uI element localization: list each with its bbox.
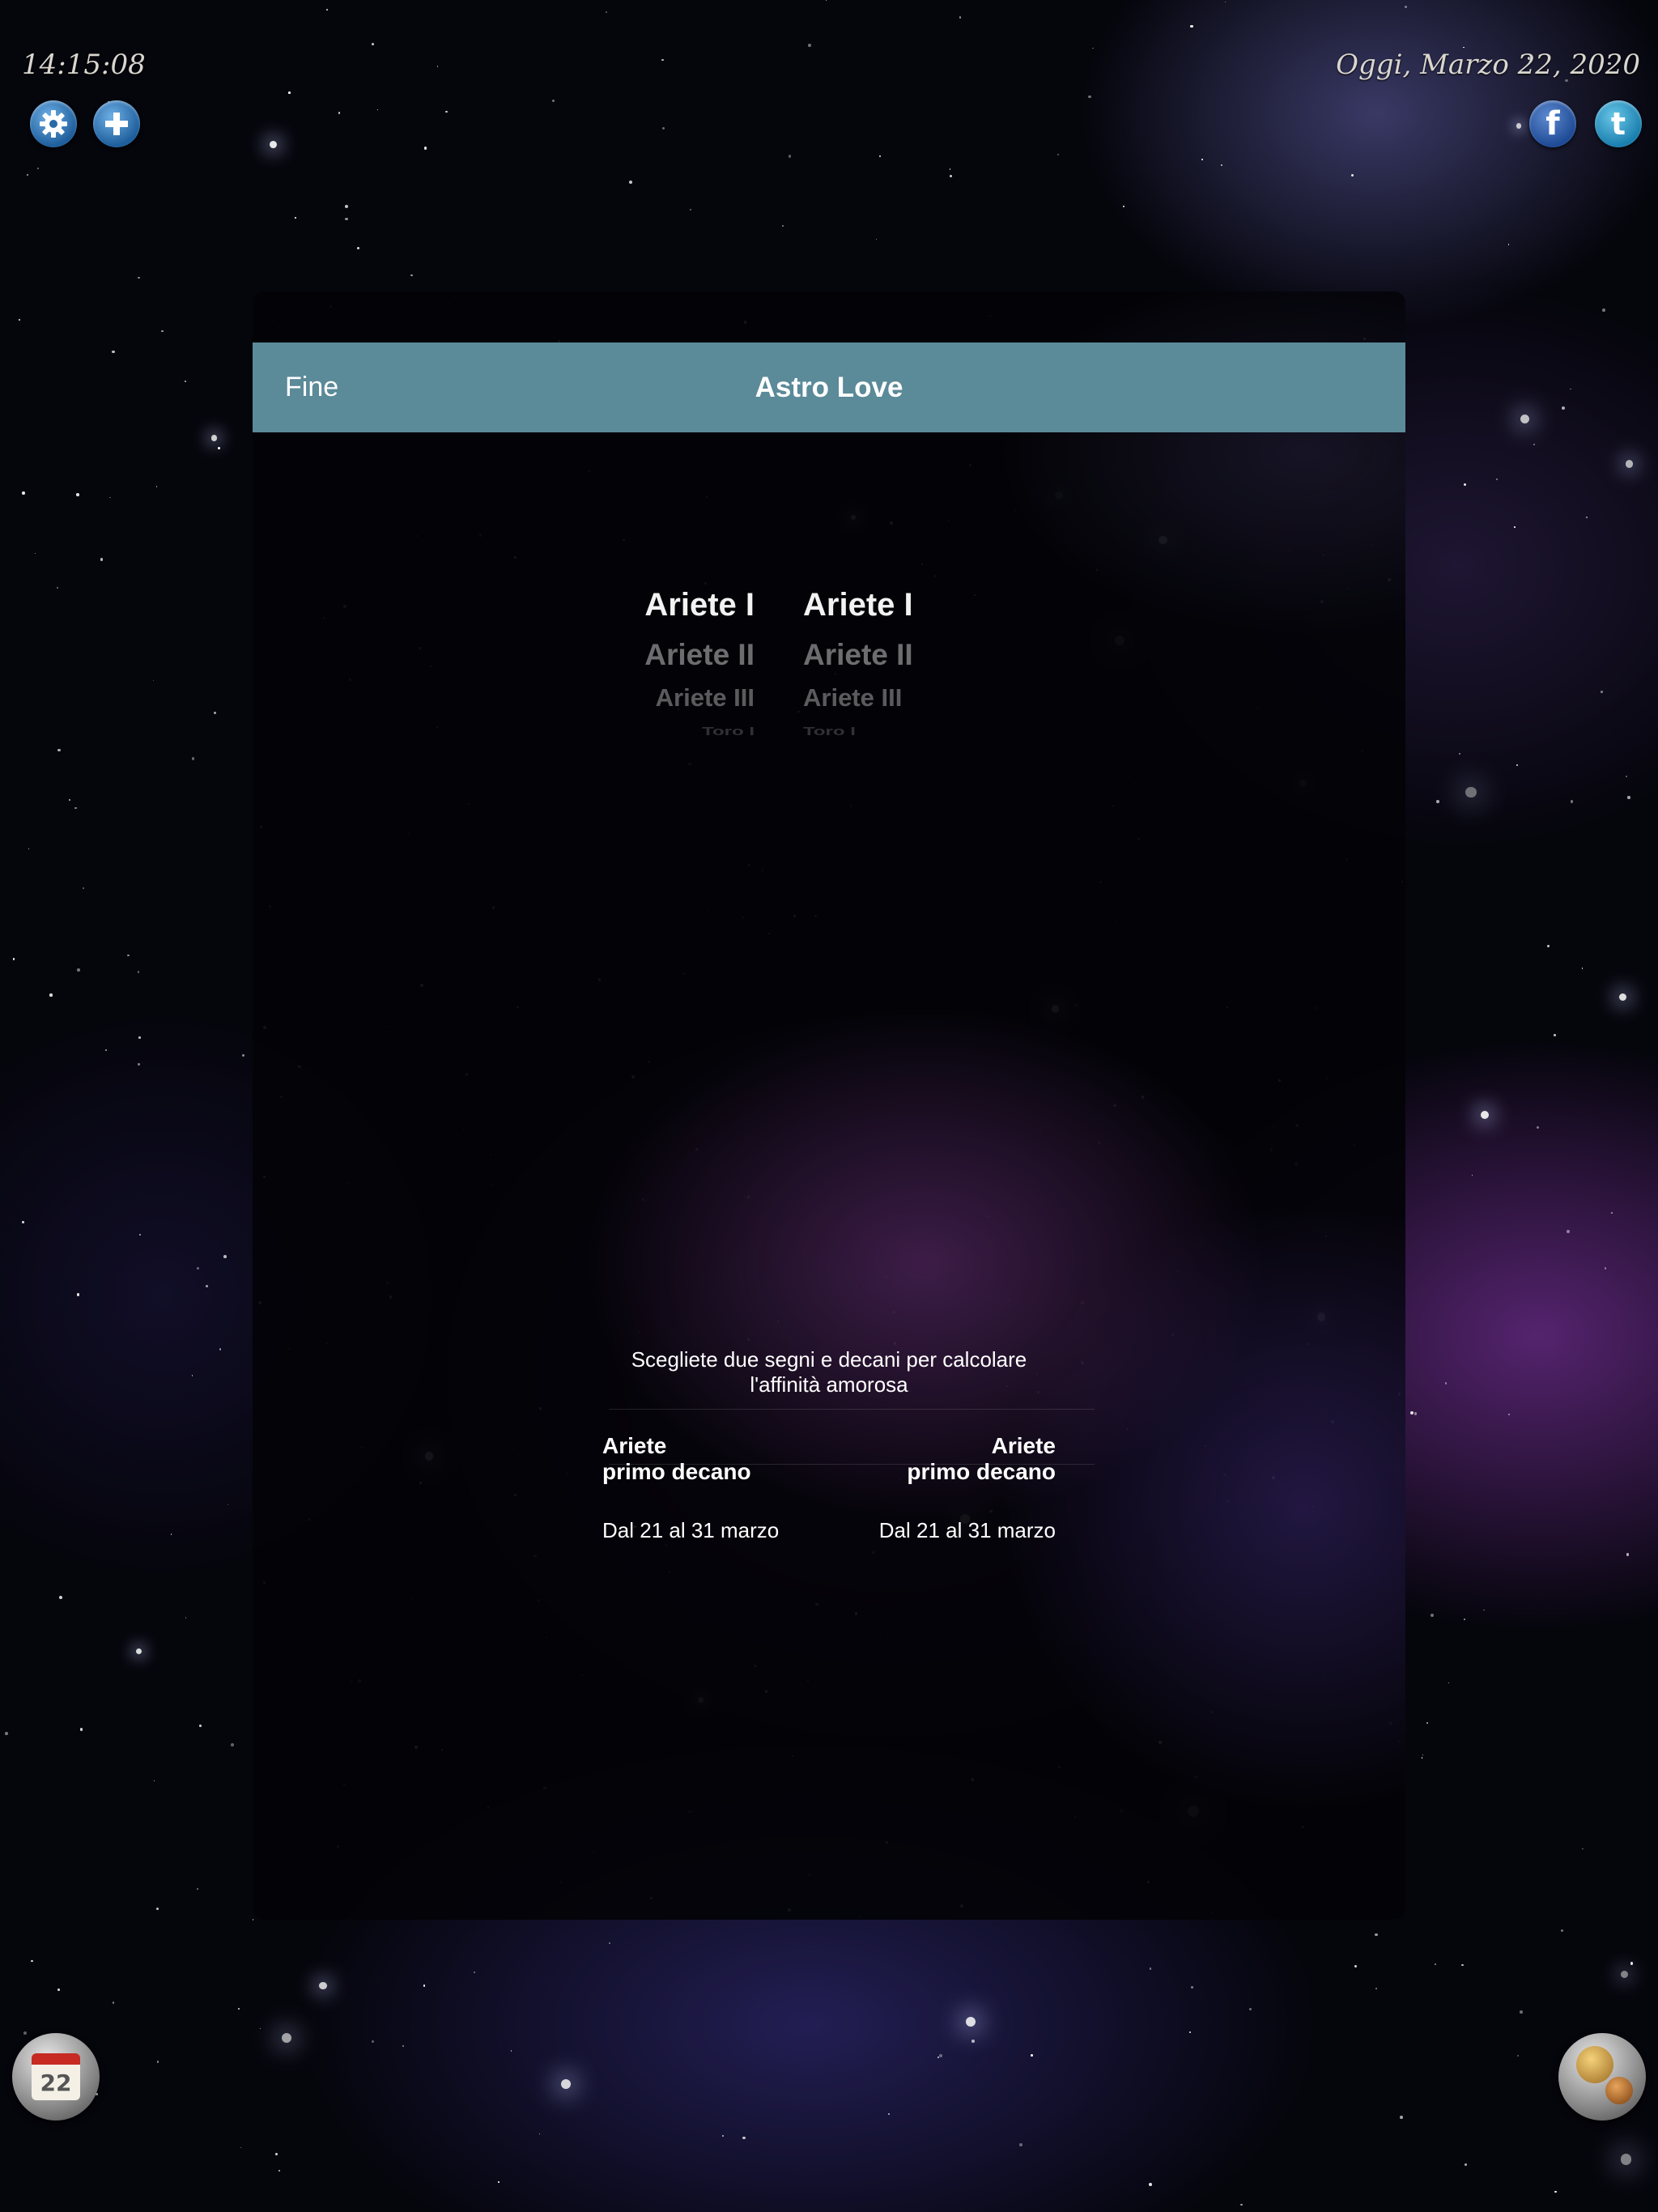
picker-option[interactable]: Ariete I bbox=[644, 587, 755, 623]
twitter-button[interactable]: t bbox=[1595, 100, 1642, 147]
planets-button[interactable] bbox=[1558, 2033, 1646, 2121]
picker-option[interactable]: Ariete I bbox=[803, 587, 913, 623]
result-right-decan: primo decano bbox=[907, 1459, 1056, 1484]
current-date: Oggi, Marzo 22, 2020 bbox=[1336, 49, 1640, 81]
plus-icon bbox=[105, 113, 128, 135]
picker-option[interactable]: Toro I bbox=[702, 725, 755, 739]
clock-time: 14:15:08 bbox=[22, 49, 146, 81]
add-button[interactable] bbox=[93, 100, 140, 147]
picker-option[interactable]: Toro I bbox=[803, 725, 856, 739]
calendar-button[interactable]: 22 bbox=[12, 2033, 100, 2121]
result-left: Ariete primo decano Dal 21 al 31 marzo bbox=[602, 1433, 779, 1543]
calendar-day: 22 bbox=[40, 2069, 72, 2096]
picker-option[interactable]: Ariete II bbox=[644, 638, 755, 672]
picker-selection-line-top bbox=[609, 1409, 1095, 1410]
settings-button[interactable] bbox=[30, 100, 77, 147]
sign-picker[interactable]: Ariete I Ariete II Ariete III Toro I Ari… bbox=[601, 291, 1054, 738]
result-right: Ariete primo decano Dal 21 al 31 marzo bbox=[879, 1433, 1056, 1543]
instructions-line-1: Scegliete due segni e decani per calcola… bbox=[631, 1347, 1027, 1372]
done-button[interactable]: Fine bbox=[285, 372, 338, 403]
picker-option[interactable]: Ariete III bbox=[803, 683, 902, 713]
instructions-text: Scegliete due segni e decani per calcola… bbox=[253, 1347, 1405, 1397]
result-left-dates: Dal 21 al 31 marzo bbox=[602, 1518, 780, 1542]
result-right-dates: Dal 21 al 31 marzo bbox=[878, 1518, 1056, 1542]
planets-icon bbox=[1558, 2033, 1646, 2121]
gear-icon bbox=[40, 110, 67, 138]
twitter-icon: t bbox=[1610, 106, 1626, 142]
result-left-sign: Ariete bbox=[602, 1433, 667, 1458]
facebook-icon: f bbox=[1545, 105, 1560, 143]
instructions-line-2: l'affinità amorosa bbox=[750, 1372, 908, 1397]
calendar-icon: 22 bbox=[32, 2053, 80, 2100]
result-right-sign: Ariete bbox=[991, 1433, 1056, 1458]
picker-option[interactable]: Ariete III bbox=[656, 683, 755, 713]
facebook-button[interactable]: f bbox=[1529, 100, 1576, 147]
picker-option[interactable]: Ariete II bbox=[803, 638, 913, 672]
astro-love-modal: Fine Astro Love Ariete I Ariete II Ariet… bbox=[253, 291, 1405, 1920]
result-left-decan: primo decano bbox=[602, 1459, 751, 1484]
